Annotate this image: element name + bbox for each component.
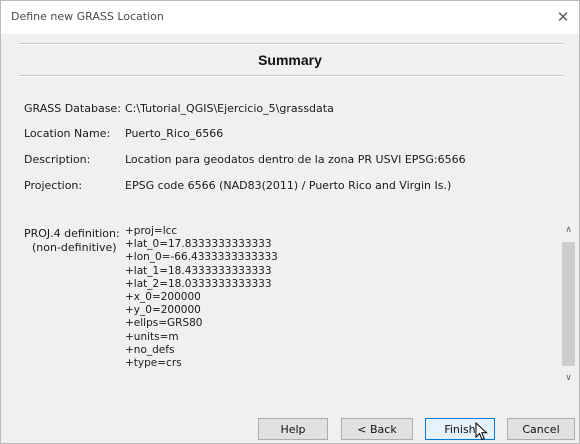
define-location-dialog: Define new GRASS Location ✕ Summary GRAS… xyxy=(0,0,580,444)
scroll-thumb[interactable] xyxy=(562,242,575,366)
close-icon[interactable]: ✕ xyxy=(553,7,573,27)
proj4-line: +units=m xyxy=(125,330,179,343)
title-bar: Define new GRASS Location ✕ xyxy=(1,1,579,34)
proj4-lines: +proj=lcc +lat_0=17.8333333333333 +lon_0… xyxy=(125,225,278,370)
proj4-text-area[interactable]: +proj=lcc +lat_0=17.8333333333333 +lon_0… xyxy=(122,221,578,387)
window-title: Define new GRASS Location xyxy=(11,10,164,23)
proj4-line: +lat_0=17.8333333333333 xyxy=(125,238,272,251)
mouse-cursor-icon xyxy=(475,422,488,441)
header-separator-bottom xyxy=(19,75,564,77)
proj4-line: +lat_2=18.0333333333333 xyxy=(125,277,272,290)
header-separator-top xyxy=(19,43,564,45)
projection-value: EPSG code 6566 (NAD83(2011) / Puerto Ric… xyxy=(125,179,452,192)
description-value: Location para geodatos dentro de la zona… xyxy=(125,153,466,166)
database-label: GRASS Database: xyxy=(24,102,121,115)
proj4-line: +x_0=200000 xyxy=(125,291,201,304)
back-button[interactable]: < Back xyxy=(341,418,413,440)
proj4-line: +ellps=GRS80 xyxy=(125,317,203,330)
database-value: C:\Tutorial_QGIS\Ejercicio_5\grassdata xyxy=(125,102,334,115)
location-name-label: Location Name: xyxy=(24,127,111,140)
description-label: Description: xyxy=(24,153,91,166)
proj4-line: +type=crs xyxy=(125,357,182,370)
proj4-label-line1: PROJ.4 definition: xyxy=(24,227,120,240)
proj4-label: PROJ.4 definition: (non-definitive) xyxy=(24,227,120,255)
scroll-up-icon[interactable]: ∧ xyxy=(560,221,577,239)
proj4-scrollbar[interactable]: ∧ ∨ xyxy=(560,221,577,387)
cancel-button[interactable]: Cancel xyxy=(507,418,575,440)
proj4-line: +proj=lcc xyxy=(125,225,178,237)
proj4-line: +y_0=200000 xyxy=(125,304,201,317)
location-name-value: Puerto_Rico_6566 xyxy=(125,127,224,140)
proj4-label-line2: (non-definitive) xyxy=(32,241,117,254)
proj4-line: +no_defs xyxy=(125,343,175,356)
help-button[interactable]: Help xyxy=(258,418,328,440)
page-title: Summary xyxy=(258,52,322,68)
scroll-down-icon[interactable]: ∨ xyxy=(560,369,577,387)
proj4-line: +lat_1=18.4333333333333 xyxy=(125,264,272,277)
projection-label: Projection: xyxy=(24,179,83,192)
proj4-line: +lon_0=-66.4333333333333 xyxy=(125,251,278,264)
